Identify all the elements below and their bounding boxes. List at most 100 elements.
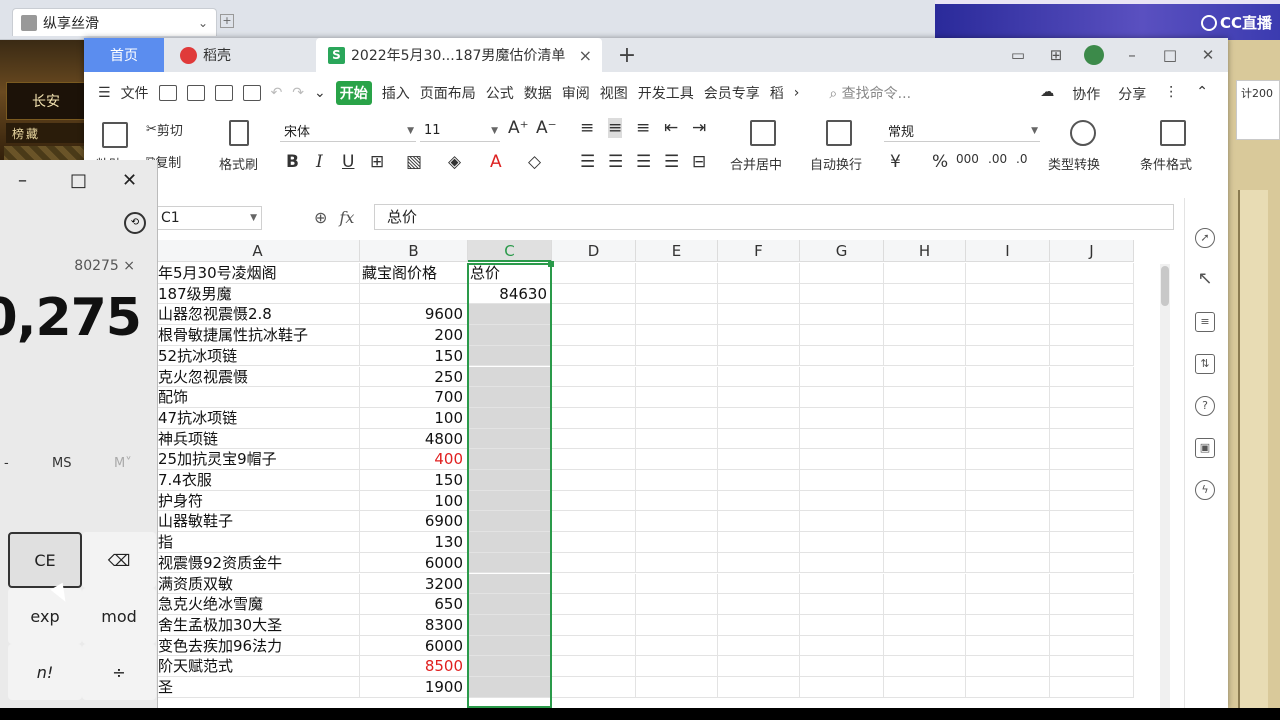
factorial-button[interactable]: n! [8,644,82,700]
tab-document[interactable]: S 2022年5月30...187男魔估价清单 × [316,38,602,72]
cell[interactable]: 8300 [360,614,468,636]
currency-icon[interactable]: ¥ [890,152,901,172]
cell[interactable]: 满资质双敏 [156,573,360,595]
cell[interactable] [966,573,1050,595]
cell[interactable]: 视震慑92资质金牛 [156,552,360,574]
cell[interactable] [1050,366,1134,388]
cell[interactable]: 4800 [360,428,468,450]
close-tab-icon[interactable]: × [579,46,592,65]
share-button[interactable]: 分享 [1118,84,1146,104]
column-header-d[interactable]: D [552,240,636,262]
memory-list-button[interactable]: M˅ [114,456,132,471]
cell[interactable] [552,511,636,533]
avatar[interactable] [1084,45,1104,65]
cell[interactable] [966,263,1050,284]
cell[interactable] [884,677,966,698]
cell[interactable]: 7.4衣服 [156,470,360,491]
cell[interactable] [800,263,884,284]
cell[interactable]: 舍生孟极加30大圣 [156,614,360,636]
cell[interactable]: 47抗冰项链 [156,407,360,429]
history-icon[interactable]: ⟲ [124,212,146,234]
cell[interactable] [966,470,1050,491]
undo-icon[interactable]: ↶ [271,85,283,101]
preview-icon[interactable] [242,85,261,101]
backspace-button[interactable]: ⌫ [82,532,156,588]
cell[interactable]: 6900 [360,511,468,533]
cell[interactable] [884,449,966,470]
align-bottom-icon[interactable]: ≡ [636,118,650,138]
clear-entry-button[interactable]: CE [8,532,82,588]
cell[interactable] [718,428,800,450]
number-format-select[interactable]: 常规 ▼ [884,120,1040,142]
cell[interactable] [884,614,966,636]
cell[interactable] [718,594,800,615]
align-right-icon[interactable]: ☰ [636,152,651,172]
cell[interactable] [552,449,636,470]
cell[interactable] [884,304,966,326]
justify-icon[interactable]: ☰ [664,152,679,172]
format-painter-button[interactable]: 格式刷 [219,154,258,173]
zoom-icon[interactable]: ⊕ [314,208,327,227]
cell[interactable] [884,470,966,491]
cell[interactable] [800,573,884,595]
menu-review[interactable]: 审阅 [562,83,590,103]
eraser-icon[interactable]: ◇ [528,152,541,172]
menu-insert[interactable]: 插入 [382,83,410,103]
cell[interactable] [884,428,966,450]
cell[interactable]: 400 [360,449,468,470]
cell[interactable]: 3200 [360,573,468,595]
cell[interactable]: 100 [360,407,468,429]
cell[interactable] [468,656,552,677]
cell[interactable] [966,490,1050,512]
cell[interactable] [800,552,884,574]
cell[interactable] [1050,283,1134,305]
cell[interactable] [636,490,718,512]
fill-color-icon[interactable]: ◈ [448,152,461,172]
cell[interactable] [636,470,718,491]
cell[interactable] [636,283,718,305]
column-header-c[interactable]: C [468,240,552,262]
cell[interactable] [718,470,800,491]
cell[interactable] [1050,304,1134,326]
cell[interactable] [966,449,1050,470]
column-header-a[interactable]: A [156,240,360,262]
settings-sliders-icon[interactable]: ≡ [1195,312,1215,332]
cell[interactable] [966,594,1050,615]
cell[interactable] [552,594,636,615]
minimize-icon[interactable]: – [1122,46,1142,64]
layout-icon[interactable]: ▭ [1008,46,1028,64]
cell[interactable]: 阶天赋范式 [156,656,360,677]
cell[interactable] [966,656,1050,677]
cell[interactable] [552,656,636,677]
italic-icon[interactable]: I [316,152,323,172]
cell[interactable] [468,635,552,657]
formula-input[interactable]: 总价 [374,204,1174,230]
calculator-titlebar[interactable]: – □ ✕ [0,160,157,202]
quick-access-dropdown-icon[interactable]: ⌄ [314,85,326,101]
menu-more[interactable]: 稻 [770,83,784,103]
cell[interactable] [718,677,800,698]
cell[interactable] [468,366,552,388]
type-convert-button[interactable]: 类型转换 [1048,154,1100,173]
column-header-f[interactable]: F [718,240,800,262]
cell[interactable]: 25加抗灵宝9帽子 [156,449,360,470]
align-top-icon[interactable]: ≡ [580,118,594,138]
thousands-icon[interactable]: 000 [956,152,979,166]
table-icon[interactable] [1160,120,1186,146]
cell[interactable]: 克火忽视震慑 [156,366,360,388]
cell[interactable] [884,511,966,533]
indent-decrease-icon[interactable]: ⇤ [664,118,678,138]
cell[interactable] [718,511,800,533]
scrollbar-thumb[interactable] [1161,266,1169,306]
paste-icon[interactable] [102,122,128,148]
cell[interactable] [1050,345,1134,367]
cell[interactable] [468,614,552,636]
column-header-b[interactable]: B [360,240,468,262]
cell[interactable] [966,304,1050,326]
cell[interactable] [552,407,636,429]
cell[interactable] [552,428,636,450]
cell[interactable] [636,325,718,346]
cell[interactable] [552,304,636,326]
cell[interactable] [552,573,636,595]
fill-handle[interactable] [548,261,554,267]
